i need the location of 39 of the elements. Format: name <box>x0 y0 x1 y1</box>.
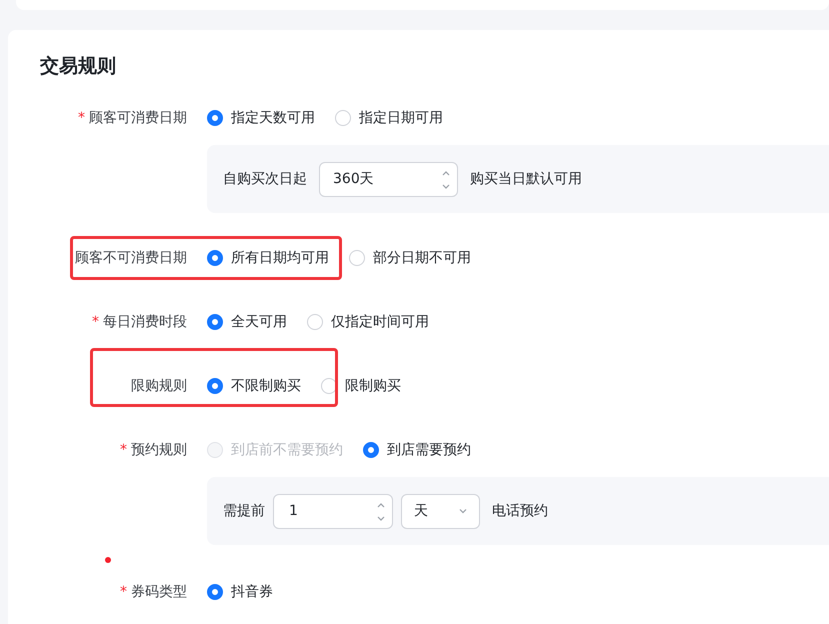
field-label: 预约规则 <box>131 441 187 460</box>
radio-option[interactable]: 全天可用 <box>207 306 287 338</box>
field-label: 自购买次日起 <box>223 170 307 189</box>
radio-icon <box>207 250 223 266</box>
radio-option[interactable]: 抖音券 <box>207 576 273 608</box>
field-label: 顾客不可消费日期 <box>75 249 187 268</box>
radio-option[interactable]: 指定日期可用 <box>335 102 443 134</box>
radio-option[interactable]: 限制购买 <box>321 370 401 402</box>
number-field[interactable]: 1 <box>273 494 393 528</box>
radio-option[interactable]: 到店需要预约 <box>363 434 471 466</box>
radio-icon <box>207 442 223 458</box>
field-label: 需提前 <box>223 502 265 521</box>
field-label: 券码类型 <box>131 583 187 602</box>
number-field[interactable]: 360天 <box>319 162 458 196</box>
radio-icon <box>207 378 223 394</box>
radio-icon <box>207 110 223 126</box>
radio-option[interactable]: 不限制购买 <box>207 370 301 402</box>
radio-option[interactable]: 指定天数可用 <box>207 102 315 134</box>
section-title: 交易规则 <box>40 56 117 76</box>
field-label: 电话预约 <box>492 502 548 521</box>
radio-icon <box>335 110 351 126</box>
required-mark: * <box>120 441 127 460</box>
radio-icon <box>363 442 379 458</box>
radio-option[interactable]: 部分日期不可用 <box>349 242 471 274</box>
radio-icon <box>307 314 323 330</box>
field-label: 限购规则 <box>131 377 187 396</box>
required-mark: * <box>120 583 127 602</box>
field-label: 顾客可消费日期 <box>89 109 187 128</box>
required-mark: * <box>92 313 99 332</box>
unit-select[interactable]: 天 <box>401 494 480 528</box>
radio-icon <box>207 584 223 600</box>
chevron-down-icon <box>459 508 467 514</box>
radio-icon <box>207 314 223 330</box>
field-label: 购买当日默认可用 <box>470 170 582 189</box>
radio-option[interactable]: 所有日期均可用 <box>207 242 329 274</box>
radio-icon <box>349 250 365 266</box>
required-mark: * <box>78 109 85 128</box>
radio-option[interactable]: 仅指定时间可用 <box>307 306 429 338</box>
field-label: 每日消费时段 <box>103 313 187 332</box>
